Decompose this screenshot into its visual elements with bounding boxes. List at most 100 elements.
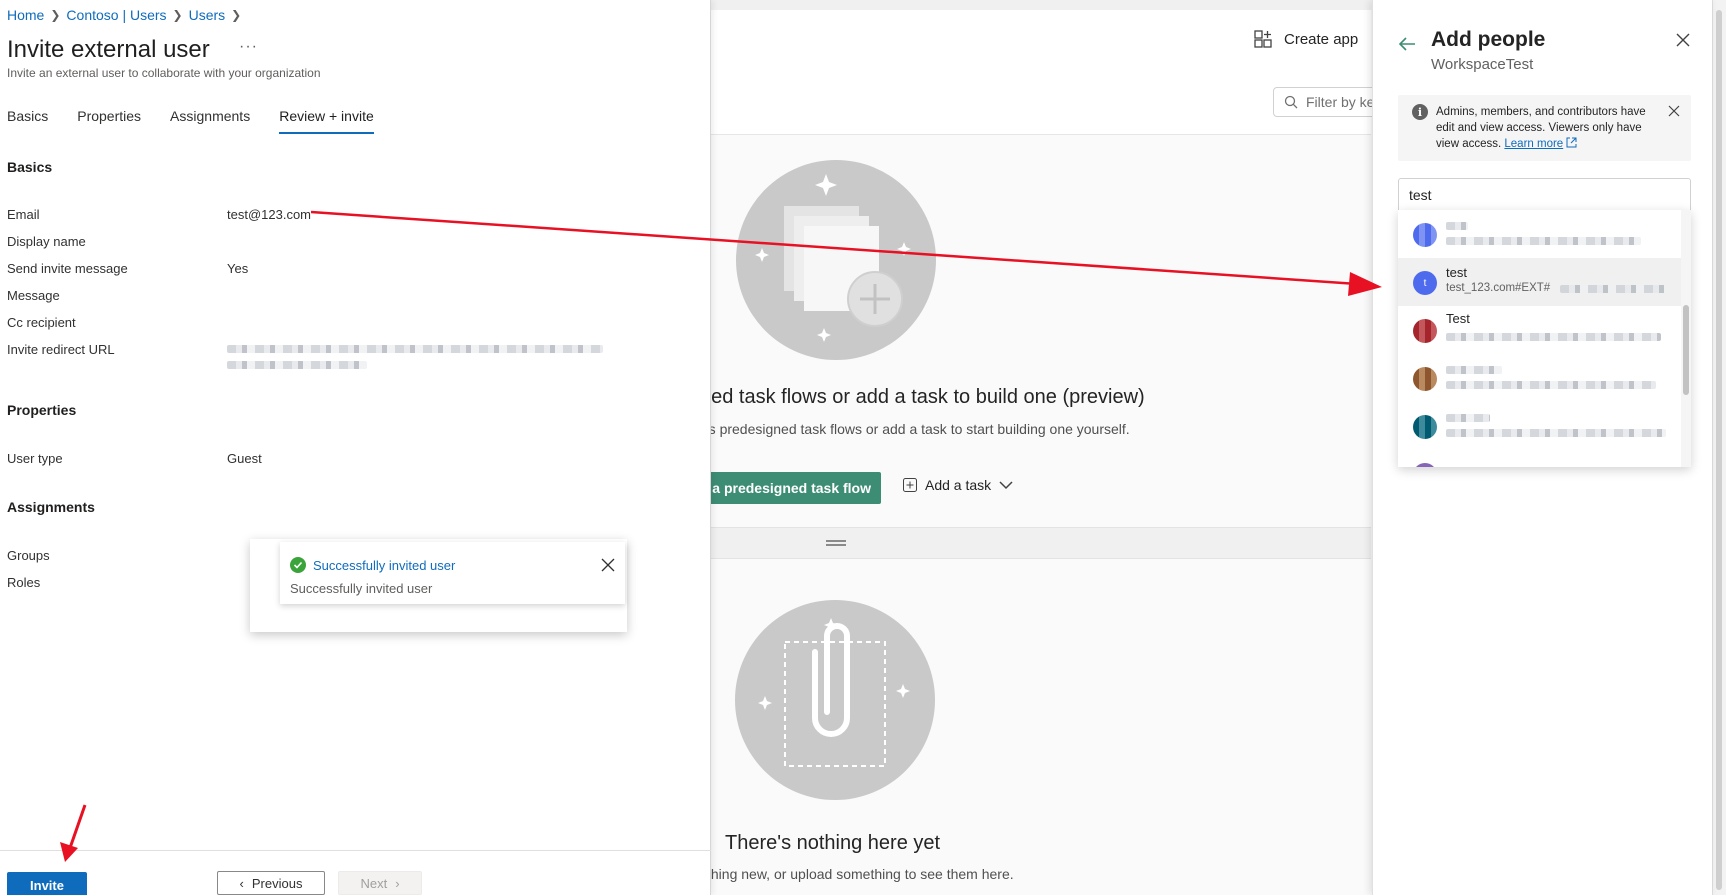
next-label: Next xyxy=(360,875,388,891)
previous-button[interactable]: ‹ Previous xyxy=(217,871,325,895)
avatar xyxy=(1413,463,1437,467)
tab-properties[interactable]: Properties xyxy=(77,108,141,134)
name-redacted xyxy=(1446,414,1490,422)
learn-more-link[interactable]: Learn more xyxy=(1504,138,1563,150)
select-predesigned-task-flow-button[interactable]: t a predesigned task flow xyxy=(690,472,881,504)
next-button[interactable]: Next › xyxy=(338,871,422,895)
create-app-button[interactable]: Create app xyxy=(1254,30,1358,48)
redirect-url-redacted-2 xyxy=(227,361,367,369)
previous-label: Previous xyxy=(251,875,303,891)
name-redacted xyxy=(1446,366,1502,374)
task-flow-illustration xyxy=(736,160,936,360)
email-redacted xyxy=(1446,333,1661,341)
access-info-banner: i Admins, members, and contributors have… xyxy=(1398,95,1691,161)
avatar xyxy=(1413,415,1437,439)
display-name-label: Display name xyxy=(7,234,86,249)
page-title: Invite external user xyxy=(7,36,210,63)
list-item[interactable] xyxy=(1398,210,1681,258)
add-people-panel: Add people WorkspaceTest i Admins, membe… xyxy=(1372,0,1712,895)
user-type-value: Guest xyxy=(227,451,262,466)
breadcrumb-tenant-users[interactable]: Contoso | Users xyxy=(66,7,166,23)
avatar xyxy=(1413,367,1437,391)
info-icon: i xyxy=(1412,104,1428,120)
list-item[interactable]: Test xyxy=(1398,306,1681,354)
avatar xyxy=(1413,319,1437,343)
info-text: Admins, members, and contributors have e… xyxy=(1436,104,1658,152)
chevron-down-icon xyxy=(999,481,1013,490)
resize-grip-icon[interactable] xyxy=(826,540,846,546)
add-box-icon xyxy=(903,478,917,492)
invite-external-user-panel: Home ❯ Contoso | Users ❯ Users ❯ Invite … xyxy=(0,0,711,895)
email-redacted xyxy=(1446,237,1641,245)
filter-input[interactable]: Filter by ke xyxy=(1273,87,1383,117)
back-arrow-icon[interactable] xyxy=(1397,34,1417,54)
breadcrumb-home[interactable]: Home xyxy=(7,7,44,23)
message-label: Message xyxy=(7,288,60,303)
notification-title: Successfully invited user xyxy=(313,558,456,573)
files-illustration xyxy=(735,600,935,800)
list-item[interactable] xyxy=(1398,402,1681,450)
list-item-selected[interactable]: t test test_123.com#EXT# xyxy=(1398,258,1681,306)
create-app-label: Create app xyxy=(1284,30,1359,48)
more-options-icon[interactable]: ··· xyxy=(239,38,258,56)
email-redacted xyxy=(1446,429,1666,437)
cc-recipient-label: Cc recipient xyxy=(7,315,76,330)
external-link-icon[interactable] xyxy=(1566,137,1577,148)
email-value: test@123.com xyxy=(227,207,312,222)
avatar xyxy=(1413,223,1437,247)
footer-divider xyxy=(0,850,711,851)
redirect-url-redacted xyxy=(227,345,603,353)
page-subtitle: Invite an external user to collaborate w… xyxy=(7,66,321,80)
groups-label: Groups xyxy=(7,548,50,563)
close-icon[interactable] xyxy=(600,557,616,573)
list-scrollbar-thumb[interactable] xyxy=(1683,305,1689,395)
tab-assignments[interactable]: Assignments xyxy=(170,108,250,134)
section-properties-heading: Properties xyxy=(7,402,77,418)
dismiss-info-icon[interactable] xyxy=(1668,105,1680,117)
notification-body: Successfully invited user xyxy=(290,581,433,596)
list-item[interactable] xyxy=(1398,450,1681,467)
redirect-url-label: Invite redirect URL xyxy=(7,342,115,357)
workspace-name: WorkspaceTest xyxy=(1431,56,1534,73)
chevron-right-icon: ❯ xyxy=(172,8,183,22)
task-flow-subtitle: 's predesigned task flows or add a task … xyxy=(706,421,1130,437)
tab-review-invite[interactable]: Review + invite xyxy=(279,108,374,134)
avatar: t xyxy=(1413,271,1437,295)
send-invite-value: Yes xyxy=(227,261,249,276)
files-empty-subtitle: thing new, or upload something to see th… xyxy=(707,866,1014,882)
app-grid-icon xyxy=(1254,30,1272,48)
close-icon[interactable] xyxy=(1675,32,1691,48)
person-email: test_123.com#EXT# xyxy=(1446,282,1551,294)
success-notification: Successfully invited user Successfully i… xyxy=(280,542,625,604)
person-name: test xyxy=(1446,265,1467,280)
filter-placeholder: Filter by ke xyxy=(1306,94,1375,110)
person-name: Test xyxy=(1446,311,1470,326)
page-scrollbar-thumb[interactable] xyxy=(1716,10,1722,890)
add-task-button[interactable]: Add a task xyxy=(903,477,1013,493)
files-empty-title: There's nothing here yet xyxy=(725,832,941,854)
email-redacted xyxy=(1560,285,1668,293)
email-redacted xyxy=(1446,381,1656,389)
add-task-label: Add a task xyxy=(925,477,992,493)
roles-label: Roles xyxy=(7,575,41,590)
section-resize-divider[interactable] xyxy=(711,527,1371,559)
email-label: Email xyxy=(7,207,40,222)
invite-button[interactable]: Invite xyxy=(7,872,87,895)
section-assignments-heading: Assignments xyxy=(7,499,95,515)
people-search-input[interactable] xyxy=(1398,178,1691,211)
tab-basics[interactable]: Basics xyxy=(7,108,48,134)
section-basics-heading: Basics xyxy=(7,159,53,175)
task-flow-title: ned task flows or add a task to build on… xyxy=(700,386,1145,408)
workspace-toolbar xyxy=(711,10,1371,135)
list-item[interactable] xyxy=(1398,354,1681,402)
name-redacted xyxy=(1446,222,1468,230)
add-people-title: Add people xyxy=(1431,28,1546,51)
user-type-label: User type xyxy=(7,451,63,466)
paperclip-illustration-icon xyxy=(758,618,910,767)
breadcrumb-users[interactable]: Users xyxy=(189,7,226,23)
success-check-icon xyxy=(290,557,306,573)
chevron-left-icon: ‹ xyxy=(239,875,244,891)
breadcrumb: Home ❯ Contoso | Users ❯ Users ❯ xyxy=(7,7,241,23)
chevron-right-icon: › xyxy=(395,875,400,891)
wizard-tabs: Basics Properties Assignments Review + i… xyxy=(7,108,403,134)
